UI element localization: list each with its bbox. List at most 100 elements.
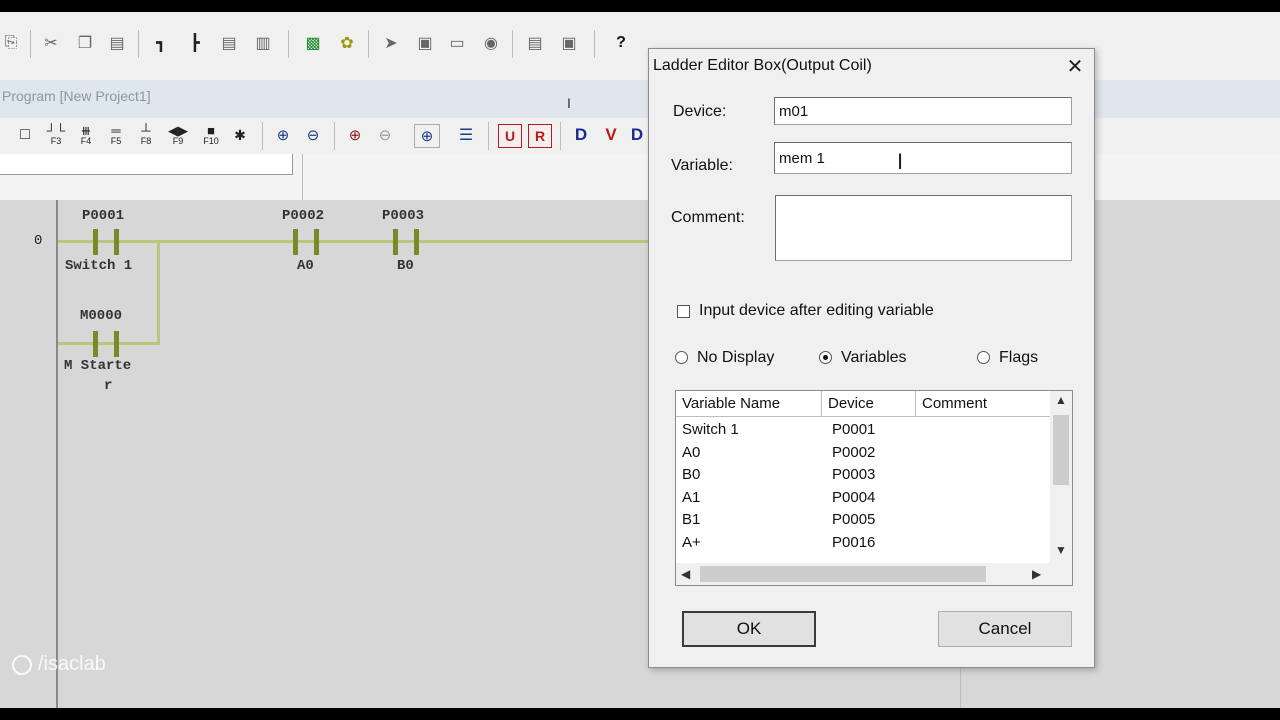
contact-variable-label: A0 xyxy=(297,258,314,274)
special-icon[interactable]: ✱ xyxy=(230,124,250,146)
app-screen: ⎘ ✂ ❐ ▤ ┓ ┣ ▤ ▥ ▩ ✿ ➤ ▣ ▭ ◉ ▤ ▣ ? Progra… xyxy=(0,12,1280,708)
child-window-title: Program [New Project1] xyxy=(2,88,151,104)
device-comment-button[interactable]: D xyxy=(628,124,646,146)
contact-nc-button[interactable]: ⧻ F4 xyxy=(76,124,96,146)
text-cursor-icon: I xyxy=(897,149,904,174)
connect-icon[interactable]: ▩ xyxy=(302,32,324,54)
ok-button[interactable]: OK xyxy=(682,611,816,647)
list-row[interactable]: A+ P0016 xyxy=(682,534,1052,556)
row-device: P0001 xyxy=(832,421,876,438)
column-header-device[interactable]: Device xyxy=(822,391,916,417)
scroll-right-icon[interactable]: ▶ xyxy=(1032,567,1041,581)
toolbar-separator xyxy=(288,30,289,58)
row-device: P0002 xyxy=(832,444,876,461)
toolbar-separator xyxy=(138,30,139,58)
list-row[interactable]: Switch 1 P0001 xyxy=(682,421,1052,443)
function-block-button[interactable]: ■ F10 xyxy=(198,124,224,146)
find-next-icon[interactable]: ⊖ xyxy=(374,124,396,146)
device-label: Device: xyxy=(673,103,727,120)
ladder-monitor-icon[interactable]: ┣ xyxy=(184,32,206,54)
rung-wire xyxy=(58,240,648,243)
variable-v-button[interactable]: V xyxy=(600,124,622,146)
variable-label: Variable: xyxy=(671,157,733,174)
scroll-down-icon[interactable]: ▼ xyxy=(1055,543,1067,557)
contact-variable-label: r xyxy=(104,378,113,394)
cut-icon[interactable]: ✂ xyxy=(40,32,62,54)
radio-flags[interactable] xyxy=(977,351,990,364)
list-row[interactable]: B1 P0005 xyxy=(682,511,1052,533)
replace-icon[interactable]: ⊕ xyxy=(414,124,440,148)
contact-p0002[interactable] xyxy=(289,229,323,255)
horizontal-line-button[interactable]: ═ F5 xyxy=(106,124,126,146)
run-r-button[interactable]: R xyxy=(528,124,552,148)
row-variable-name: Switch 1 xyxy=(682,421,739,438)
watermark: /isaclab xyxy=(12,653,106,676)
close-icon[interactable]: ✕ xyxy=(1061,53,1089,79)
dialog-title: Ladder Editor Box(Output Coil) xyxy=(653,57,872,74)
contact-m0000[interactable] xyxy=(89,331,123,357)
horizontal-scrollbar[interactable]: ◀ ▶ xyxy=(676,563,1072,585)
scroll-left-icon[interactable]: ◀ xyxy=(681,567,690,581)
settings-icon[interactable]: ▣ xyxy=(558,32,580,54)
list-row[interactable]: A0 P0002 xyxy=(682,444,1052,466)
ladder-edit-icon[interactable]: ▤ xyxy=(218,32,240,54)
horizontal-scroll-thumb[interactable] xyxy=(700,566,986,582)
column-header-comment[interactable]: Comment xyxy=(916,391,1050,417)
contact-no-button[interactable]: ┘└ F3 xyxy=(46,124,66,146)
variable-list[interactable]: Variable Name Device Comment Switch 1 P00… xyxy=(675,390,1073,586)
zoom-out-icon[interactable]: ⊖ xyxy=(302,124,324,146)
help-icon[interactable]: ? xyxy=(610,32,632,54)
list-row[interactable]: B0 P0003 xyxy=(682,466,1052,488)
monitor-icon[interactable]: ▤ xyxy=(524,32,546,54)
column-header-variable-name[interactable]: Variable Name xyxy=(676,391,822,417)
isaclab-logo-icon xyxy=(12,654,32,675)
stop-icon[interactable]: ◉ xyxy=(480,32,502,54)
input-device-checkbox[interactable] xyxy=(677,305,690,318)
radio-no-display[interactable] xyxy=(675,351,688,364)
contact-p0001[interactable] xyxy=(89,229,123,255)
print-icon[interactable]: ⎘ xyxy=(0,32,22,54)
fkey-label: F10 xyxy=(203,136,219,146)
run-icon[interactable]: ▭ xyxy=(446,32,468,54)
fkey-label: F8 xyxy=(140,136,152,146)
variable-input[interactable] xyxy=(774,142,1072,174)
radio-variables[interactable] xyxy=(819,351,832,364)
contact-p0003[interactable] xyxy=(389,229,423,255)
toolbar-separator xyxy=(334,122,335,150)
vertical-scroll-thumb[interactable] xyxy=(1053,415,1069,485)
ladder-view-icon[interactable]: ┓ xyxy=(150,32,172,54)
left-power-rail xyxy=(56,200,58,708)
vertical-line-button[interactable]: ┴ F8 xyxy=(136,124,156,146)
copy-icon[interactable]: ❐ xyxy=(74,32,96,54)
scroll-up-icon[interactable]: ▲ xyxy=(1055,393,1067,407)
watermark-text: /isaclab xyxy=(38,653,106,675)
align-icon[interactable]: ☰ xyxy=(454,124,478,146)
find-icon[interactable]: ⊕ xyxy=(344,124,366,146)
download-icon[interactable]: ➤ xyxy=(380,32,402,54)
row-variable-name: A+ xyxy=(682,534,701,551)
upload-u-button[interactable]: U xyxy=(498,124,522,148)
fkey-label: F9 xyxy=(172,136,184,146)
row-variable-name: B0 xyxy=(682,466,701,483)
vertical-scrollbar[interactable]: ▲ ▼ xyxy=(1050,391,1072,563)
ladder-export-icon[interactable]: ▥ xyxy=(252,32,274,54)
radio-label-flags: Flags xyxy=(999,349,1039,366)
upload-icon[interactable]: ▣ xyxy=(414,32,436,54)
device-input[interactable] xyxy=(774,97,1072,125)
contact-device-label: P0002 xyxy=(282,208,325,224)
fkey-label: F4 xyxy=(80,136,92,146)
cancel-button[interactable]: Cancel xyxy=(938,611,1072,647)
list-row[interactable]: A1 P0004 xyxy=(682,489,1052,511)
device-d-button[interactable]: D xyxy=(570,124,592,146)
output-coil-button[interactable]: ◀▶ F9 xyxy=(166,124,190,146)
row-device: P0003 xyxy=(832,466,876,483)
comment-input[interactable] xyxy=(775,195,1072,261)
zoom-in-icon[interactable]: ⊕ xyxy=(272,124,294,146)
select-box-icon[interactable]: □ xyxy=(14,124,36,146)
toolbar-separator xyxy=(30,30,31,58)
paste-icon[interactable]: ▤ xyxy=(106,32,128,54)
comment-label: Comment: xyxy=(671,209,745,226)
fkey-label: F5 xyxy=(110,136,122,146)
disconnect-icon[interactable]: ✿ xyxy=(336,32,358,54)
contact-variable-label: Switch 1 xyxy=(65,258,133,274)
